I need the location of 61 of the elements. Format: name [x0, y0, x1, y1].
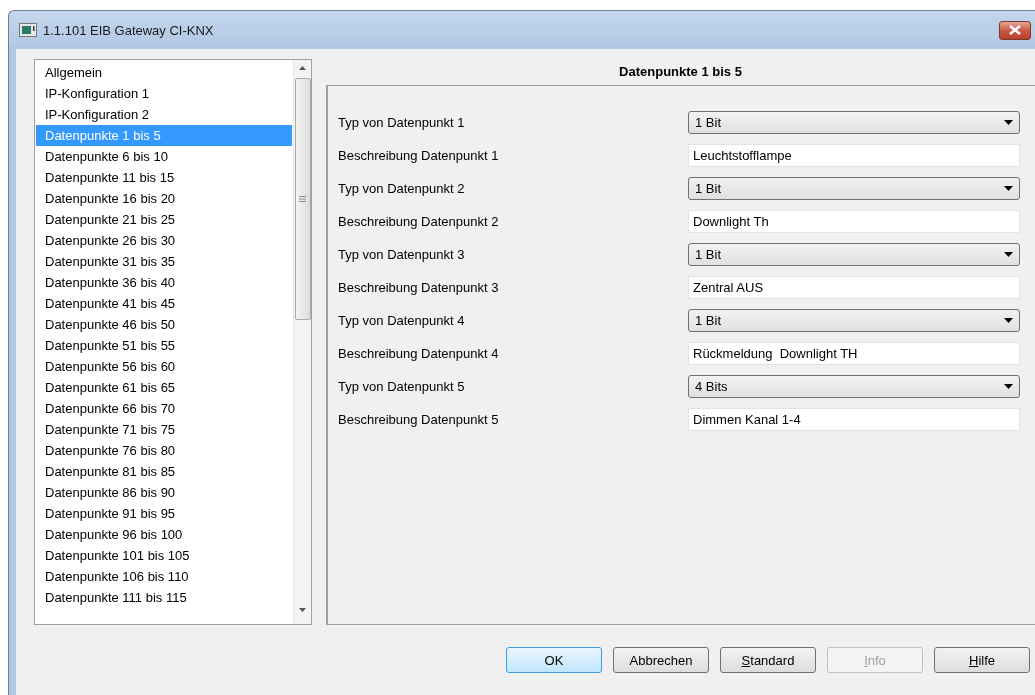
type-dropdown[interactable]: 1 Bit — [688, 243, 1020, 266]
dropdown-arrow-icon — [1004, 384, 1013, 389]
section-item[interactable]: IP-Konfiguration 2 — [36, 104, 292, 125]
close-button[interactable] — [999, 20, 1031, 40]
scrollbar-thumb[interactable] — [294, 78, 311, 320]
panel-title: Datenpunkte 1 bis 5 — [618, 63, 743, 81]
dialog-button[interactable]: Hilfe — [934, 647, 1030, 673]
type-dropdown[interactable]: 1 Bit — [688, 177, 1020, 200]
section-item[interactable]: Datenpunkte 71 bis 75 — [36, 419, 292, 440]
parameter-label: Typ von Datenpunkt 3 — [338, 247, 466, 262]
section-item[interactable]: Datenpunkte 36 bis 40 — [36, 272, 292, 293]
description-field[interactable]: Downlight Th — [688, 210, 1020, 233]
dialog-button[interactable]: OK — [506, 647, 602, 673]
description-field[interactable]: Zentral AUS — [688, 276, 1020, 299]
section-item[interactable]: Allgemein — [36, 62, 292, 83]
parameter-label: Typ von Datenpunkt 2 — [338, 181, 466, 196]
close-icon — [1009, 25, 1021, 35]
section-item[interactable]: Datenpunkte 46 bis 50 — [36, 314, 292, 335]
dropdown-arrow-icon — [1004, 186, 1013, 191]
parameter-label: Typ von Datenpunkt 5 — [338, 379, 466, 394]
section-item[interactable]: Datenpunkte 106 bis 110 — [36, 566, 292, 587]
parameter-label: Typ von Datenpunkt 4 — [338, 313, 466, 328]
section-item[interactable]: Datenpunkte 11 bis 15 — [36, 167, 292, 188]
section-item[interactable]: Datenpunkte 66 bis 70 — [36, 398, 292, 419]
section-item[interactable]: Datenpunkte 56 bis 60 — [36, 356, 292, 377]
section-item[interactable]: Datenpunkte 76 bis 80 — [36, 440, 292, 461]
parameter-label: Beschreibung Datenpunkt 1 — [338, 148, 500, 163]
parameter-label: Typ von Datenpunkt 1 — [338, 115, 466, 130]
type-dropdown[interactable]: 1 Bit — [688, 111, 1020, 134]
window-title: 1.1.101 EIB Gateway CI-KNX — [43, 22, 214, 38]
section-item[interactable]: Datenpunkte 86 bis 90 — [36, 482, 292, 503]
section-item[interactable]: Datenpunkte 101 bis 105 — [36, 545, 292, 566]
section-item[interactable]: Datenpunkte 26 bis 30 — [36, 230, 292, 251]
section-item[interactable]: Datenpunkte 51 bis 55 — [36, 335, 292, 356]
section-item[interactable]: Datenpunkte 21 bis 25 — [36, 209, 292, 230]
section-item[interactable]: Datenpunkte 111 bis 115 — [36, 587, 292, 608]
dropdown-arrow-icon — [1004, 318, 1013, 323]
parameter-label: Beschreibung Datenpunkt 4 — [338, 346, 500, 361]
description-field[interactable]: Dimmen Kanal 1-4 — [688, 408, 1020, 431]
section-item[interactable]: Datenpunkte 41 bis 45 — [36, 293, 292, 314]
parameter-label: Beschreibung Datenpunkt 5 — [338, 412, 500, 427]
description-field[interactable]: Leuchtstofflampe — [688, 144, 1020, 167]
section-item[interactable]: Datenpunkte 31 bis 35 — [36, 251, 292, 272]
type-dropdown[interactable]: 1 Bit — [688, 309, 1020, 332]
dropdown-arrow-icon — [1004, 252, 1013, 257]
section-item[interactable]: Datenpunkte 81 bis 85 — [36, 461, 292, 482]
dialog-button[interactable]: Standard — [720, 647, 816, 673]
dropdown-arrow-icon — [1004, 120, 1013, 125]
description-field[interactable]: Rückmeldung Downlight TH — [688, 342, 1020, 365]
dialog-button[interactable]: Abbrechen — [613, 647, 709, 673]
parameter-label: Beschreibung Datenpunkt 2 — [338, 214, 500, 229]
section-item[interactable]: IP-Konfiguration 1 — [36, 83, 292, 104]
section-item[interactable]: Datenpunkte 61 bis 65 — [36, 377, 292, 398]
parameter-label: Beschreibung Datenpunkt 3 — [338, 280, 500, 295]
grip-icon — [299, 196, 306, 202]
section-item[interactable]: Datenpunkte 96 bis 100 — [36, 524, 292, 545]
app-icon — [19, 23, 37, 37]
type-dropdown[interactable]: 4 Bits — [688, 375, 1020, 398]
section-item[interactable]: Datenpunkte 91 bis 95 — [36, 503, 292, 524]
section-item[interactable]: Datenpunkte 16 bis 20 — [36, 188, 292, 209]
section-item[interactable]: Datenpunkte 6 bis 10 — [36, 146, 292, 167]
